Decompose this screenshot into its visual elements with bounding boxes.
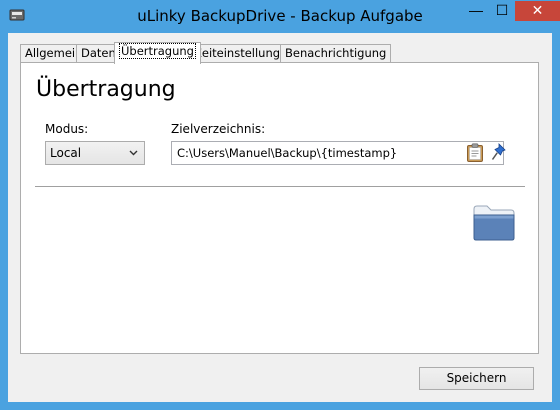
tab-label: Übertragung <box>119 43 196 59</box>
modus-label: Modus: <box>45 122 89 136</box>
section-heading: Übertragung <box>36 77 176 102</box>
tab-uebertragung[interactable]: Übertragung <box>114 42 201 64</box>
app-window: uLinky BackupDrive - Backup Aufgabe — ☐ … <box>0 0 560 410</box>
maximize-button[interactable]: ☐ <box>489 1 515 21</box>
pin-icon[interactable] <box>491 143 507 161</box>
tab-label: Daten <box>81 46 116 60</box>
target-dir-value: C:\Users\Manuel\Backup\{timestamp} <box>177 146 398 160</box>
target-dir-label: Zielverzeichnis: <box>171 122 266 136</box>
clipboard-icon[interactable] <box>466 143 484 162</box>
tab-label: Benachrichtigung <box>285 46 387 60</box>
save-button[interactable]: Speichern <box>419 367 534 390</box>
tab-benachrichtigung[interactable]: Benachrichtigung <box>280 44 392 63</box>
minimize-button[interactable]: — <box>463 1 489 21</box>
divider <box>35 186 525 187</box>
tab-panel-uebertragung: Übertragung Modus: Local Zielverzeichnis… <box>20 62 539 354</box>
modus-selected-value: Local <box>50 146 82 160</box>
modus-select[interactable]: Local <box>45 141 145 165</box>
target-dir-input[interactable]: C:\Users\Manuel\Backup\{timestamp} <box>171 141 504 165</box>
close-button[interactable]: ✕ <box>515 1 560 21</box>
title-bar[interactable]: uLinky BackupDrive - Backup Aufgabe — ☐ … <box>0 0 560 33</box>
folder-icon[interactable] <box>472 203 516 241</box>
tab-label: Allgemein <box>25 46 83 60</box>
chevron-down-icon <box>129 150 138 156</box>
dialog-client-area: Allgemein Daten Übertragung Zeiteinstell… <box>8 33 552 402</box>
